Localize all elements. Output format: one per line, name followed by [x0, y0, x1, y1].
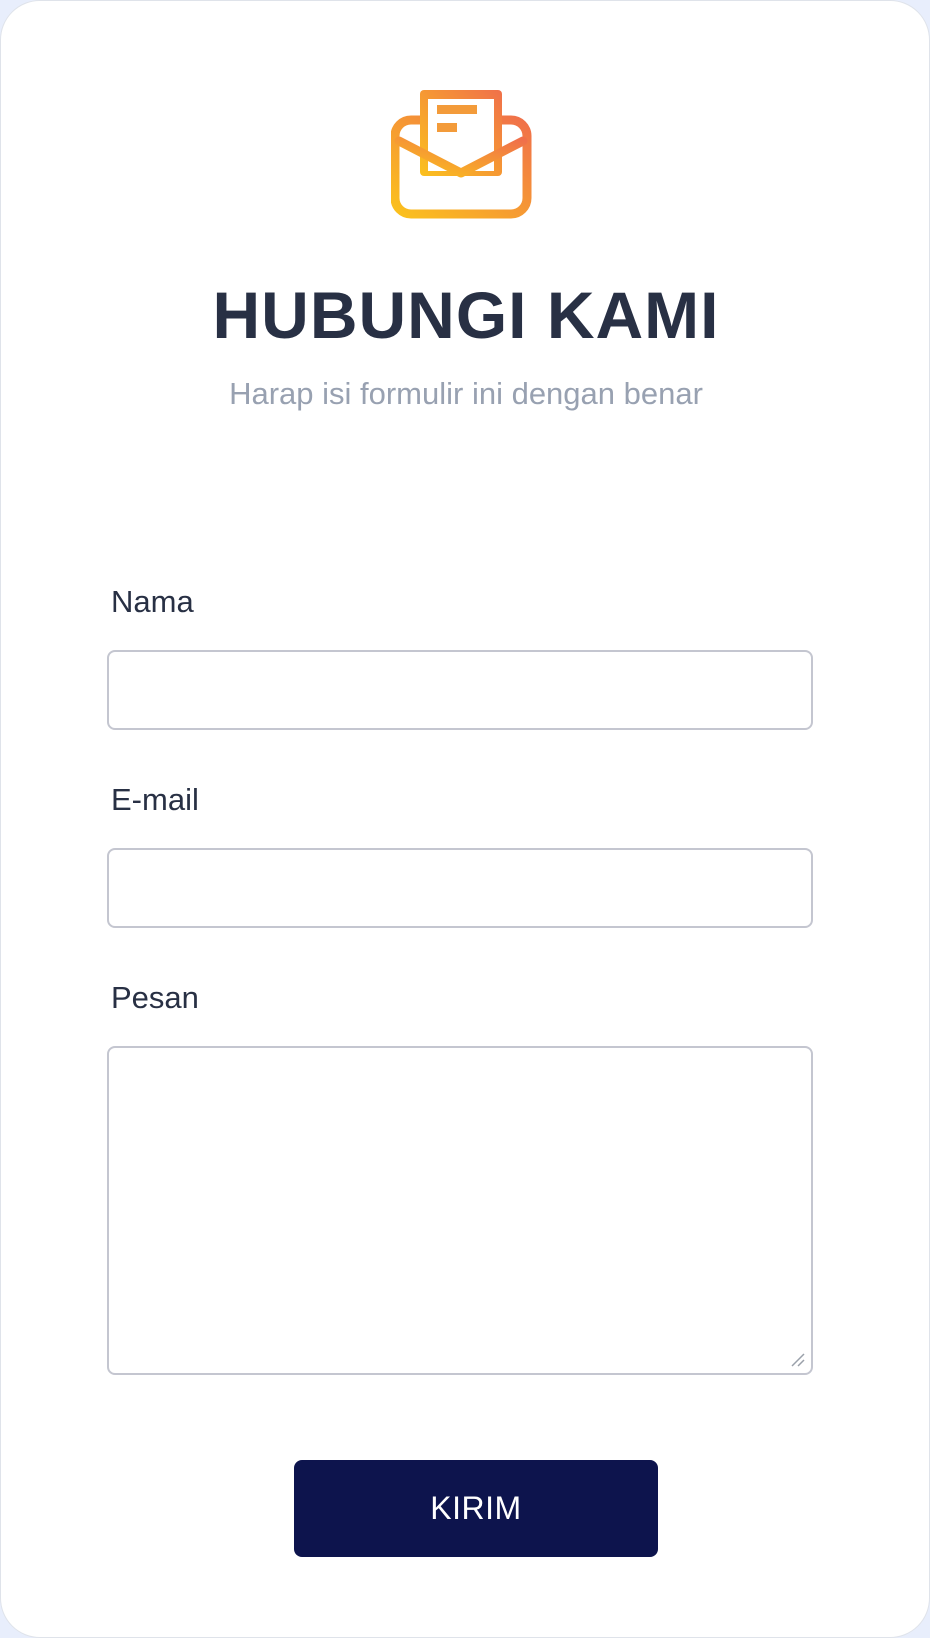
name-label: Nama — [111, 584, 194, 619]
email-input[interactable] — [107, 848, 813, 928]
message-textarea[interactable] — [107, 1046, 813, 1375]
contact-card: HUBUNGI KAMI Harap isi formulir ini deng… — [0, 0, 930, 1638]
page-title: HUBUNGI KAMI — [212, 278, 720, 352]
resize-grip-icon[interactable] — [789, 1351, 805, 1367]
email-label: E-mail — [111, 782, 199, 817]
page-subtitle: Harap isi formulir ini dengan benar — [229, 376, 703, 411]
name-input[interactable] — [107, 650, 813, 730]
message-label: Pesan — [111, 980, 199, 1015]
submit-button[interactable]: KIRIM — [294, 1460, 658, 1557]
mail-open-icon — [391, 90, 532, 219]
